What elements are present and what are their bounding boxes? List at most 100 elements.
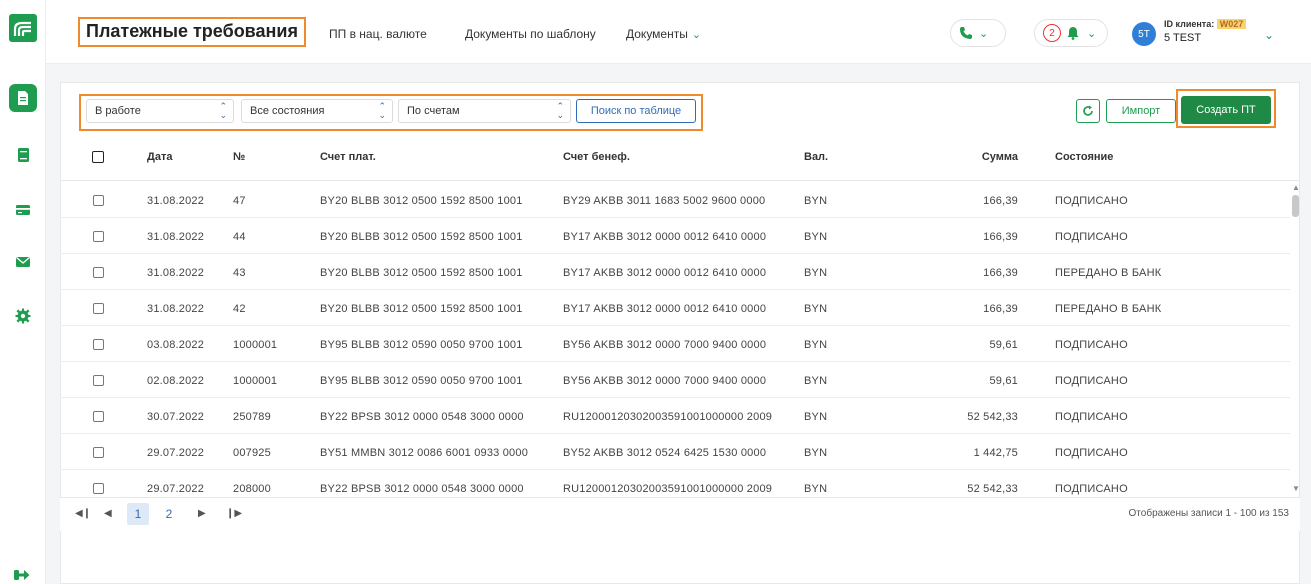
sidebar [0, 0, 46, 584]
column-header-date[interactable]: Дата [147, 151, 172, 163]
scrollbar-thumb[interactable] [1292, 195, 1299, 217]
records-info: Отображены записи 1 - 100 из 153 [1128, 508, 1289, 519]
top-header: Платежные требования ПП в нац. валюте До… [46, 0, 1311, 64]
cell-beneficiary-account: RU12000120302003591001000000 2009 [563, 411, 773, 423]
cell-amount: 52 542,33 [967, 483, 1018, 495]
cell-payer-account: BY20 BLBB 3012 0500 1592 8500 1001 [320, 267, 523, 279]
scroll-down-icon[interactable]: ▼ [1292, 484, 1300, 493]
column-header-amount[interactable]: Сумма [918, 151, 1018, 163]
grouping-select-value: По счетам [407, 105, 460, 117]
cell-number: 208000 [233, 483, 271, 495]
cell-currency: BYN [804, 339, 828, 351]
import-button[interactable]: Импорт [1106, 99, 1176, 123]
cell-date: 31.08.2022 [147, 303, 205, 315]
column-header-beneficiary-account[interactable]: Счет бенеф. [563, 151, 630, 163]
column-header-number[interactable]: № [233, 151, 245, 163]
notifications-menu[interactable]: 2 ⌄ [1034, 19, 1108, 47]
table-row[interactable]: 30.07.2022 250789 BY22 BPSB 3012 0000 05… [60, 398, 1290, 434]
table-row[interactable]: 29.07.2022 208000 BY22 BPSB 3012 0000 05… [60, 470, 1290, 495]
cell-number: 007925 [233, 447, 271, 459]
column-header-status[interactable]: Состояние [1055, 151, 1113, 163]
create-pt-button[interactable]: Создать ПТ [1181, 96, 1271, 124]
cell-date: 03.08.2022 [147, 339, 205, 351]
bank-logo[interactable] [9, 14, 37, 42]
page-1-button[interactable]: 1 [127, 503, 149, 525]
cell-currency: BYN [804, 375, 828, 387]
documents-icon[interactable] [9, 84, 37, 112]
logout-icon[interactable] [14, 568, 30, 580]
row-checkbox[interactable] [93, 339, 104, 350]
cell-status: ПОДПИСАНО [1055, 231, 1128, 243]
table-row[interactable]: 31.08.2022 44 BY20 BLBB 3012 0500 1592 8… [60, 218, 1290, 254]
cell-date: 31.08.2022 [147, 267, 205, 279]
book-icon[interactable] [9, 141, 37, 169]
cell-amount: 166,39 [983, 267, 1018, 279]
bell-icon [1067, 27, 1079, 40]
table-row[interactable]: 31.08.2022 43 BY20 BLBB 3012 0500 1592 8… [60, 254, 1290, 290]
chevron-down-icon[interactable]: ⌄ [1264, 28, 1274, 42]
cell-number: 42 [233, 303, 246, 315]
grouping-select[interactable]: По счетам ⌃ ⌄ [398, 99, 571, 123]
nav-item-template-documents[interactable]: Документы по шаблону [465, 27, 596, 41]
next-page-icon[interactable]: ▶ [198, 508, 206, 519]
select-all-checkbox[interactable] [92, 151, 104, 163]
phone-icon [960, 27, 972, 39]
row-checkbox[interactable] [93, 483, 104, 494]
page-2-button[interactable]: 2 [158, 503, 180, 525]
row-checkbox[interactable] [93, 195, 104, 206]
mail-icon[interactable] [9, 248, 37, 276]
row-checkbox[interactable] [93, 303, 104, 314]
cell-status: ПОДПИСАНО [1055, 195, 1128, 207]
prev-page-icon[interactable]: ◀ [104, 508, 112, 519]
cell-currency: BYN [804, 411, 828, 423]
pagination-bar [60, 497, 1300, 531]
phone-menu[interactable]: ⌄ [950, 19, 1006, 47]
row-checkbox[interactable] [93, 267, 104, 278]
card-icon[interactable] [9, 196, 37, 224]
cell-number: 1000001 [233, 339, 278, 351]
row-checkbox[interactable] [93, 375, 104, 386]
chevron-down-icon: ⌄ [979, 27, 989, 40]
cell-currency: BYN [804, 267, 828, 279]
column-header-payer-account[interactable]: Счет плат. [320, 151, 376, 163]
table-row[interactable]: 31.08.2022 42 BY20 BLBB 3012 0500 1592 8… [60, 290, 1290, 326]
column-header-currency[interactable]: Вал. [804, 151, 828, 163]
refresh-icon [1083, 105, 1093, 116]
app-root: Платежные требования ПП в нац. валюте До… [0, 0, 1311, 584]
cell-beneficiary-account: BY56 AKBB 3012 0000 7000 9400 0000 [563, 375, 767, 387]
state-select[interactable]: Все состояния ⌃ ⌄ [241, 99, 393, 123]
cell-number: 1000001 [233, 375, 278, 387]
cell-amount: 52 542,33 [967, 411, 1018, 423]
row-checkbox[interactable] [93, 411, 104, 422]
avatar[interactable]: 5T [1132, 22, 1156, 46]
status-select[interactable]: В работе ⌃ ⌄ [86, 99, 234, 123]
row-checkbox[interactable] [93, 447, 104, 458]
table-row[interactable]: 03.08.2022 1000001 BY95 BLBB 3012 0590 0… [60, 326, 1290, 362]
cell-amount: 59,61 [989, 375, 1018, 387]
client-id-label: ID клиента: [1164, 19, 1215, 29]
state-select-value: Все состояния [250, 105, 325, 117]
sort-arrows-icon: ⌃ ⌄ [378, 101, 386, 120]
cell-amount: 166,39 [983, 195, 1018, 207]
table-row[interactable]: 31.08.2022 47 BY20 BLBB 3012 0500 1592 8… [60, 182, 1290, 218]
refresh-button[interactable] [1076, 99, 1100, 123]
table-scrollbar[interactable] [1290, 182, 1300, 495]
settings-icon[interactable] [9, 302, 37, 330]
chevron-down-icon: ⌄ [1087, 27, 1097, 40]
last-page-icon[interactable]: ❙▶ [226, 508, 242, 519]
table-row[interactable]: 29.07.2022 007925 BY51 MMBN 3012 0086 60… [60, 434, 1290, 470]
client-id: ID клиента: W027 [1164, 19, 1247, 29]
cell-beneficiary-account: BY17 AKBB 3012 0000 0012 6410 0000 [563, 303, 767, 315]
table-search-button[interactable]: Поиск по таблице [576, 99, 696, 123]
nav-item-payments-national[interactable]: ПП в нац. валюте [329, 27, 427, 41]
sort-arrows-icon: ⌃ ⌄ [556, 101, 564, 120]
cell-date: 02.08.2022 [147, 375, 205, 387]
table-row[interactable]: 02.08.2022 1000001 BY95 BLBB 3012 0590 0… [60, 362, 1290, 398]
cell-date: 31.08.2022 [147, 195, 205, 207]
cell-payer-account: BY22 BPSB 3012 0000 0548 3000 0000 [320, 483, 524, 495]
cell-payer-account: BY20 BLBB 3012 0500 1592 8500 1001 [320, 303, 523, 315]
scroll-up-icon[interactable]: ▲ [1292, 183, 1300, 192]
nav-item-documents[interactable]: Документы ⌄ [626, 27, 701, 41]
first-page-icon[interactable]: ◀❙ [75, 508, 91, 519]
row-checkbox[interactable] [93, 231, 104, 242]
